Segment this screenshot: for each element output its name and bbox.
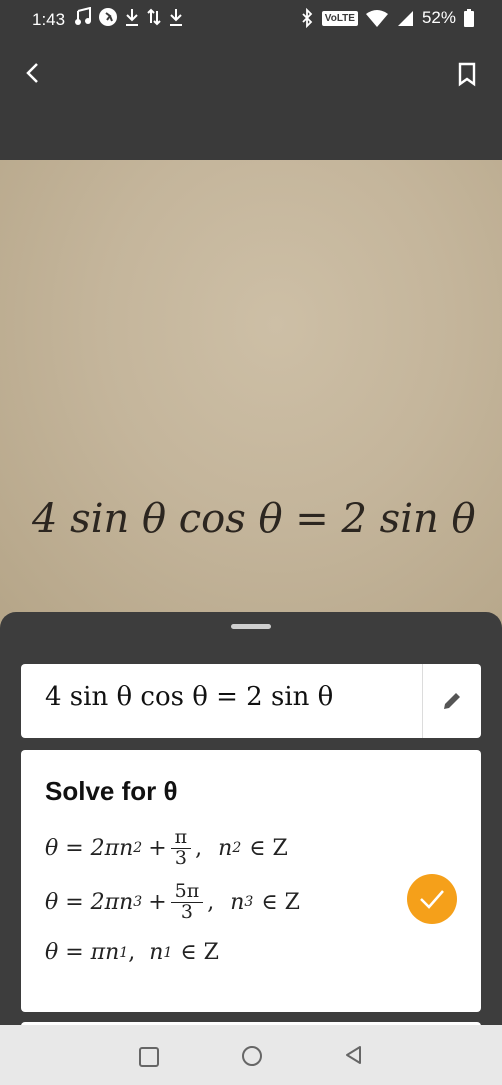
sheet-drag-handle[interactable] bbox=[231, 624, 271, 629]
notification-icons bbox=[74, 7, 184, 27]
condition-subscript: 1 bbox=[163, 944, 173, 961]
bluetooth-icon bbox=[302, 8, 313, 28]
checkmark-icon bbox=[420, 890, 444, 909]
back-arrow-icon bbox=[26, 63, 38, 83]
solution-lhs: θ = 2πn bbox=[45, 889, 134, 915]
solution-lhs: θ = πn bbox=[45, 940, 120, 965]
bookmark-icon bbox=[458, 62, 476, 87]
condition-set: ∈ Z bbox=[261, 889, 300, 915]
recents-button[interactable] bbox=[139, 1047, 159, 1067]
fraction: 5π 3 bbox=[170, 881, 204, 923]
condition-var: n bbox=[230, 889, 245, 915]
solution-line-1: θ = 2πn 2 + π3, n2 ∈ Z bbox=[45, 826, 288, 869]
fraction-denominator: 3 bbox=[174, 846, 187, 869]
condition-set: ∈ Z bbox=[249, 835, 288, 861]
network-badge: VoLTE bbox=[321, 10, 358, 26]
app-runner-icon bbox=[99, 8, 117, 26]
condition-set: ∈ Z bbox=[180, 940, 219, 965]
solution-title: Solve for θ bbox=[45, 776, 178, 806]
fraction: π3 bbox=[170, 827, 192, 869]
top-toolbar bbox=[0, 40, 502, 160]
status-time: 1:43 bbox=[32, 10, 66, 29]
handwriting-text: 4 sin θ cos θ = 2 sin θ bbox=[31, 496, 476, 542]
solution-line-3: θ = πn 1, n1 ∈ Z bbox=[45, 940, 219, 965]
bookmark-button[interactable] bbox=[454, 60, 480, 88]
system-icons: VoLTE 52% bbox=[300, 8, 474, 28]
signal-icon bbox=[397, 11, 413, 26]
edit-button[interactable] bbox=[422, 664, 481, 738]
plus-sign: + bbox=[148, 889, 167, 915]
condition-subscript: 3 bbox=[244, 894, 254, 911]
battery-percent: 52% bbox=[421, 8, 456, 27]
music-note-icon bbox=[75, 7, 91, 25]
condition-subscript: 2 bbox=[232, 840, 242, 857]
download-icon bbox=[170, 9, 182, 26]
pencil-icon bbox=[444, 693, 460, 709]
recognized-equation: 4 sin θ cos θ = 2 sin θ bbox=[45, 682, 334, 712]
download-icon bbox=[126, 9, 138, 26]
back-button[interactable] bbox=[18, 58, 48, 88]
fraction-denominator: 3 bbox=[180, 900, 193, 923]
equation-card[interactable]: 4 sin θ cos θ = 2 sin θ bbox=[21, 664, 481, 738]
handwritten-equation: 4 sin θ cos θ = 2 sin θ bbox=[31, 496, 476, 542]
navigation-bar bbox=[0, 1025, 502, 1085]
back-nav-button[interactable] bbox=[344, 1045, 364, 1065]
condition-var: n bbox=[218, 835, 233, 861]
condition-var: n bbox=[149, 940, 164, 965]
solution-subscript: 1 bbox=[119, 944, 129, 961]
home-button[interactable] bbox=[242, 1046, 262, 1066]
battery-icon bbox=[464, 9, 474, 27]
solution-subscript: 2 bbox=[133, 840, 143, 857]
wifi-icon bbox=[365, 10, 388, 27]
solution-lhs: θ = 2πn bbox=[45, 835, 134, 861]
solution-card[interactable]: Solve for θ θ = 2πn 2 + π3, n2 ∈ Z θ = 2π… bbox=[21, 750, 481, 1012]
fraction-numerator: π bbox=[170, 827, 192, 849]
solution-line-2: θ = 2πn 3 + 5π 3, n3 ∈ Z bbox=[45, 880, 300, 923]
verify-button[interactable] bbox=[407, 874, 457, 924]
plus-sign: + bbox=[148, 835, 167, 861]
results-sheet: 4 sin θ cos θ = 2 sin θ Solve for θ θ = … bbox=[0, 612, 502, 1032]
fraction-numerator: 5π bbox=[170, 881, 204, 903]
status-bar: 1:43 VoLTE 52% bbox=[0, 0, 502, 40]
data-transfer-icon bbox=[147, 8, 161, 26]
captured-photo: 4 sin θ cos θ = 2 sin θ bbox=[0, 160, 502, 630]
solution-subscript: 3 bbox=[133, 894, 143, 911]
